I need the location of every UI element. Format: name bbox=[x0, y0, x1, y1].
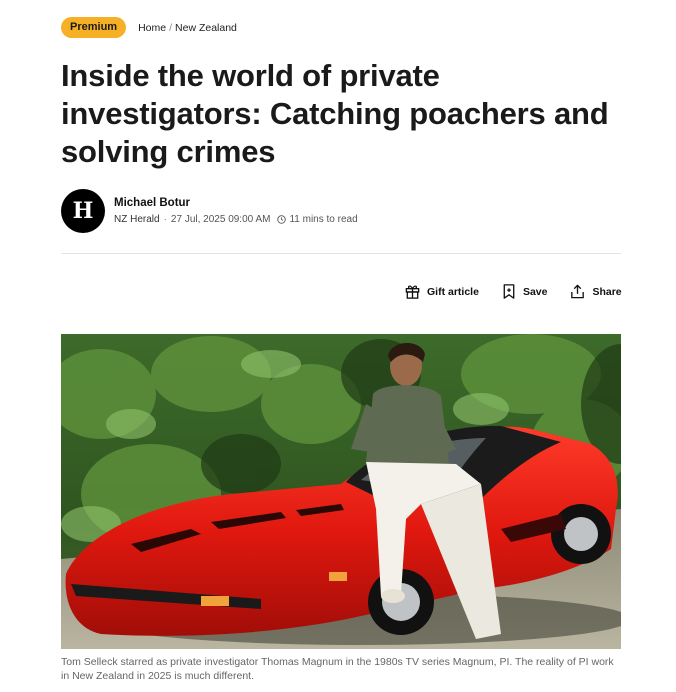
article-hero-image bbox=[61, 334, 621, 649]
gift-article-button[interactable]: Gift article bbox=[404, 283, 479, 300]
image-caption: Tom Selleck starred as private investiga… bbox=[61, 656, 614, 682]
premium-badge: Premium bbox=[61, 17, 127, 38]
byline-meta: Michael Botur NZ Herald · 27 Jul, 2025 0… bbox=[114, 197, 358, 225]
article-actions: Gift article Save Share bbox=[404, 283, 622, 300]
hero-photo-illustration bbox=[61, 334, 621, 649]
publisher-logo: H bbox=[61, 189, 105, 233]
publish-date: 27 Jul, 2025 09:00 AM bbox=[170, 214, 271, 225]
author-name[interactable]: Michael Botur bbox=[114, 197, 358, 209]
logo-letter: H bbox=[72, 198, 94, 224]
breadcrumb-section[interactable]: New Zealand bbox=[175, 22, 237, 34]
gift-article-label: Gift article bbox=[427, 285, 479, 298]
share-button[interactable]: Share bbox=[569, 283, 622, 300]
byline-submeta: NZ Herald · 27 Jul, 2025 09:00 AM 11 min… bbox=[114, 214, 358, 225]
breadcrumb-home[interactable]: Home bbox=[138, 22, 166, 34]
publication-name: NZ Herald bbox=[114, 214, 160, 225]
clock-icon bbox=[277, 215, 287, 224]
divider bbox=[61, 253, 621, 254]
save-button[interactable]: Save bbox=[501, 283, 548, 300]
share-icon bbox=[571, 284, 585, 299]
gift-icon bbox=[405, 285, 420, 299]
article-headline: Inside the world of private investigator… bbox=[61, 58, 609, 169]
breadcrumb: Home / New Zealand bbox=[138, 22, 237, 34]
share-label: Share bbox=[592, 285, 622, 298]
breadcrumb-separator: / bbox=[169, 21, 173, 34]
save-label: Save bbox=[522, 285, 548, 298]
read-time: 11 mins to read bbox=[289, 214, 358, 225]
byline: H Michael Botur NZ Herald · 27 Jul, 2025… bbox=[61, 189, 358, 233]
bookmark-icon bbox=[503, 284, 515, 299]
article-topline: Premium Home / New Zealand bbox=[61, 17, 237, 38]
meta-separator: · bbox=[163, 214, 167, 225]
